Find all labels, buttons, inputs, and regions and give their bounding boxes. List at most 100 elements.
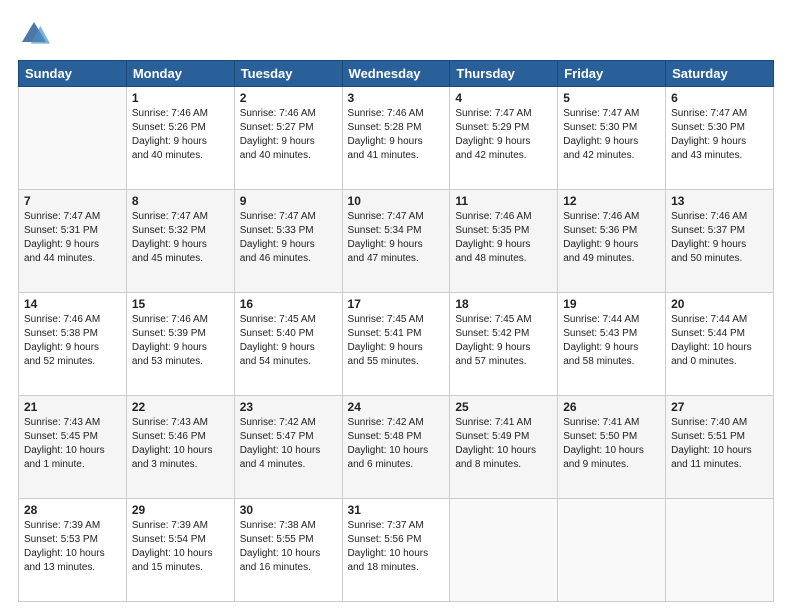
calendar-cell <box>19 87 127 190</box>
day-number: 12 <box>563 194 660 208</box>
calendar-cell: 7 Sunrise: 7:47 AM Sunset: 5:31 PM Daylig… <box>19 190 127 293</box>
day-info: Sunrise: 7:45 AM Sunset: 5:40 PM Dayligh… <box>240 313 337 369</box>
day-number: 13 <box>671 194 768 208</box>
calendar-cell: 9Sunrise: 7:47 AM Sunset: 5:33 PM Daylig… <box>234 190 342 293</box>
day-number: 26 <box>563 400 660 414</box>
calendar-week-row: 1 Sunrise: 7:46 AM Sunset: 5:26 PM Daylig… <box>19 87 774 190</box>
calendar-cell: 27 Sunrise: 7:40 AM Sunset: 5:51 PM Dayli… <box>666 396 774 499</box>
column-header-tuesday: Tuesday <box>234 61 342 87</box>
calendar-body: 1 Sunrise: 7:46 AM Sunset: 5:26 PM Daylig… <box>19 87 774 602</box>
day-number: 2 <box>240 91 337 105</box>
page: SundayMondayTuesdayWednesdayThursdayFrid… <box>0 0 792 612</box>
calendar-cell: 25Sunrise: 7:41 AM Sunset: 5:49 PM Dayli… <box>450 396 558 499</box>
day-info: Sunrise: 7:46 AM Sunset: 5:26 PM Dayligh… <box>132 107 229 163</box>
day-number: 14 <box>24 297 121 311</box>
day-number: 1 <box>132 91 229 105</box>
day-info: Sunrise: 7:42 AM Sunset: 5:48 PM Dayligh… <box>348 416 445 472</box>
day-number: 22 <box>132 400 229 414</box>
day-number: 16 <box>240 297 337 311</box>
calendar-cell: 29Sunrise: 7:39 AM Sunset: 5:54 PM Dayli… <box>126 499 234 602</box>
calendar-cell: 6 Sunrise: 7:47 AM Sunset: 5:30 PM Daylig… <box>666 87 774 190</box>
day-info: Sunrise: 7:47 AM Sunset: 5:30 PM Dayligh… <box>671 107 768 163</box>
logo-icon <box>18 18 50 50</box>
day-number: 4 <box>455 91 552 105</box>
calendar-table: SundayMondayTuesdayWednesdayThursdayFrid… <box>18 60 774 602</box>
day-info: Sunrise: 7:43 AM Sunset: 5:46 PM Dayligh… <box>132 416 229 472</box>
calendar-header-row: SundayMondayTuesdayWednesdayThursdayFrid… <box>19 61 774 87</box>
column-header-saturday: Saturday <box>666 61 774 87</box>
calendar-cell: 18Sunrise: 7:45 AM Sunset: 5:42 PM Dayli… <box>450 293 558 396</box>
calendar-cell: 16 Sunrise: 7:45 AM Sunset: 5:40 PM Dayli… <box>234 293 342 396</box>
day-number: 8 <box>132 194 229 208</box>
calendar-cell: 10 Sunrise: 7:47 AM Sunset: 5:34 PM Dayli… <box>342 190 450 293</box>
calendar-cell: 15 Sunrise: 7:46 AM Sunset: 5:39 PM Dayli… <box>126 293 234 396</box>
column-header-monday: Monday <box>126 61 234 87</box>
day-info: Sunrise: 7:41 AM Sunset: 5:50 PM Dayligh… <box>563 416 660 472</box>
day-info: Sunrise: 7:47 AM Sunset: 5:30 PM Dayligh… <box>563 107 660 163</box>
day-info: Sunrise: 7:38 AM Sunset: 5:55 PM Dayligh… <box>240 519 337 575</box>
day-number: 31 <box>348 503 445 517</box>
calendar-cell: 28 Sunrise: 7:39 AM Sunset: 5:53 PM Dayli… <box>19 499 127 602</box>
day-info: Sunrise: 7:46 AM Sunset: 5:36 PM Dayligh… <box>563 210 660 266</box>
calendar-cell: 23 Sunrise: 7:42 AM Sunset: 5:47 PM Dayli… <box>234 396 342 499</box>
day-number: 23 <box>240 400 337 414</box>
calendar-cell: 3Sunrise: 7:46 AM Sunset: 5:28 PM Daylig… <box>342 87 450 190</box>
calendar-cell: 26 Sunrise: 7:41 AM Sunset: 5:50 PM Dayli… <box>558 396 666 499</box>
day-number: 17 <box>348 297 445 311</box>
calendar-cell <box>666 499 774 602</box>
logo <box>18 18 54 50</box>
day-info: Sunrise: 7:41 AM Sunset: 5:49 PM Dayligh… <box>455 416 552 472</box>
day-info: Sunrise: 7:47 AM Sunset: 5:32 PM Dayligh… <box>132 210 229 266</box>
calendar-cell: 14 Sunrise: 7:46 AM Sunset: 5:38 PM Dayli… <box>19 293 127 396</box>
calendar-cell: 21Sunrise: 7:43 AM Sunset: 5:45 PM Dayli… <box>19 396 127 499</box>
calendar-cell: 19Sunrise: 7:44 AM Sunset: 5:43 PM Dayli… <box>558 293 666 396</box>
calendar-week-row: 21Sunrise: 7:43 AM Sunset: 5:45 PM Dayli… <box>19 396 774 499</box>
column-header-sunday: Sunday <box>19 61 127 87</box>
day-number: 10 <box>348 194 445 208</box>
day-number: 24 <box>348 400 445 414</box>
calendar-cell: 11 Sunrise: 7:46 AM Sunset: 5:35 PM Dayli… <box>450 190 558 293</box>
calendar-week-row: 28 Sunrise: 7:39 AM Sunset: 5:53 PM Dayli… <box>19 499 774 602</box>
column-header-friday: Friday <box>558 61 666 87</box>
calendar-cell: 24 Sunrise: 7:42 AM Sunset: 5:48 PM Dayli… <box>342 396 450 499</box>
day-number: 19 <box>563 297 660 311</box>
calendar-cell: 1 Sunrise: 7:46 AM Sunset: 5:26 PM Daylig… <box>126 87 234 190</box>
day-info: Sunrise: 7:46 AM Sunset: 5:37 PM Dayligh… <box>671 210 768 266</box>
calendar-cell: 2 Sunrise: 7:46 AM Sunset: 5:27 PM Daylig… <box>234 87 342 190</box>
day-number: 27 <box>671 400 768 414</box>
day-number: 7 <box>24 194 121 208</box>
day-info: Sunrise: 7:39 AM Sunset: 5:53 PM Dayligh… <box>24 519 121 575</box>
day-number: 6 <box>671 91 768 105</box>
day-info: Sunrise: 7:46 AM Sunset: 5:38 PM Dayligh… <box>24 313 121 369</box>
day-info: Sunrise: 7:45 AM Sunset: 5:41 PM Dayligh… <box>348 313 445 369</box>
calendar-cell <box>450 499 558 602</box>
column-header-wednesday: Wednesday <box>342 61 450 87</box>
day-number: 28 <box>24 503 121 517</box>
day-number: 15 <box>132 297 229 311</box>
day-info: Sunrise: 7:46 AM Sunset: 5:35 PM Dayligh… <box>455 210 552 266</box>
calendar-cell <box>558 499 666 602</box>
calendar-cell: 20Sunrise: 7:44 AM Sunset: 5:44 PM Dayli… <box>666 293 774 396</box>
day-info: Sunrise: 7:43 AM Sunset: 5:45 PM Dayligh… <box>24 416 121 472</box>
day-number: 20 <box>671 297 768 311</box>
day-number: 5 <box>563 91 660 105</box>
day-info: Sunrise: 7:47 AM Sunset: 5:34 PM Dayligh… <box>348 210 445 266</box>
day-info: Sunrise: 7:46 AM Sunset: 5:27 PM Dayligh… <box>240 107 337 163</box>
day-info: Sunrise: 7:40 AM Sunset: 5:51 PM Dayligh… <box>671 416 768 472</box>
calendar-week-row: 14 Sunrise: 7:46 AM Sunset: 5:38 PM Dayli… <box>19 293 774 396</box>
day-number: 11 <box>455 194 552 208</box>
header <box>18 18 774 50</box>
calendar-cell: 8 Sunrise: 7:47 AM Sunset: 5:32 PM Daylig… <box>126 190 234 293</box>
calendar-cell: 31 Sunrise: 7:37 AM Sunset: 5:56 PM Dayli… <box>342 499 450 602</box>
calendar-cell: 5 Sunrise: 7:47 AM Sunset: 5:30 PM Daylig… <box>558 87 666 190</box>
day-info: Sunrise: 7:37 AM Sunset: 5:56 PM Dayligh… <box>348 519 445 575</box>
day-info: Sunrise: 7:42 AM Sunset: 5:47 PM Dayligh… <box>240 416 337 472</box>
day-info: Sunrise: 7:39 AM Sunset: 5:54 PM Dayligh… <box>132 519 229 575</box>
calendar-cell: 30Sunrise: 7:38 AM Sunset: 5:55 PM Dayli… <box>234 499 342 602</box>
calendar-cell: 12 Sunrise: 7:46 AM Sunset: 5:36 PM Dayli… <box>558 190 666 293</box>
day-info: Sunrise: 7:46 AM Sunset: 5:39 PM Dayligh… <box>132 313 229 369</box>
day-info: Sunrise: 7:45 AM Sunset: 5:42 PM Dayligh… <box>455 313 552 369</box>
calendar-cell: 17 Sunrise: 7:45 AM Sunset: 5:41 PM Dayli… <box>342 293 450 396</box>
day-info: Sunrise: 7:46 AM Sunset: 5:28 PM Dayligh… <box>348 107 445 163</box>
day-info: Sunrise: 7:47 AM Sunset: 5:31 PM Dayligh… <box>24 210 121 266</box>
